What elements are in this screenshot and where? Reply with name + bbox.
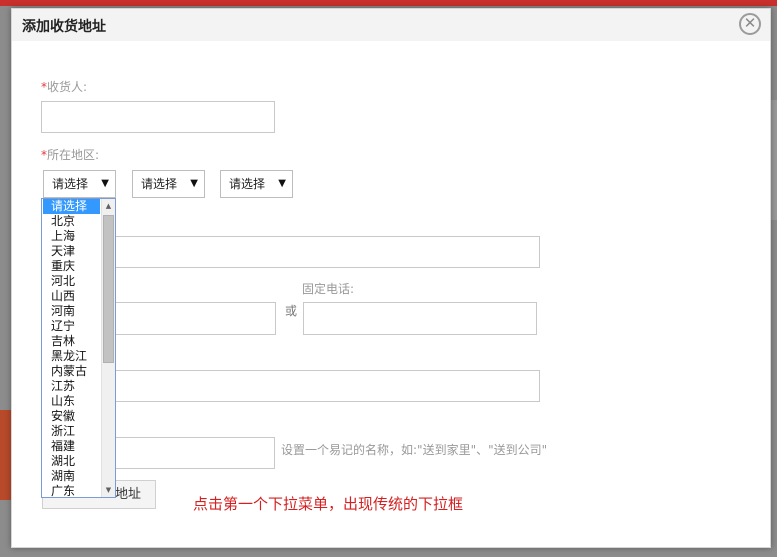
dropdown-option[interactable]: 河北 bbox=[42, 274, 100, 289]
recipient-input[interactable] bbox=[41, 101, 275, 133]
dropdown-option[interactable]: 广东 bbox=[42, 484, 100, 497]
dropdown-option[interactable]: 重庆 bbox=[42, 259, 100, 274]
recipient-label-text: 收货人: bbox=[47, 80, 88, 94]
dropdown-option[interactable]: 北京 bbox=[42, 214, 100, 229]
dropdown-option[interactable]: 江苏 bbox=[42, 379, 100, 394]
landline-input[interactable] bbox=[303, 302, 537, 335]
dropdown-option[interactable]: 天津 bbox=[42, 244, 100, 259]
annotation-note: 点击第一个下拉菜单，出现传统的下拉框 bbox=[193, 495, 464, 513]
dropdown-scrollbar[interactable]: ▲ ▼ bbox=[101, 199, 115, 497]
dialog-header: 添加收货地址 ✕ bbox=[12, 9, 770, 41]
city-select[interactable]: 请选择 ▼ bbox=[132, 170, 205, 198]
alias-hint: 设置一个易记的名称，如:"送到家里"、"送到公司" bbox=[281, 443, 548, 457]
dropdown-arrow-icon: ▼ bbox=[278, 178, 286, 189]
add-address-dialog: 添加收货地址 ✕ *收货人: *所在地区: 请选择 ▼ 请选择 ▼ 请选择 ▼ … bbox=[11, 8, 771, 548]
background-page-header bbox=[0, 0, 777, 6]
province-select[interactable]: 请选择 ▼ bbox=[43, 170, 116, 198]
province-select-value: 请选择 bbox=[52, 177, 89, 191]
dropdown-option[interactable]: 上海 bbox=[42, 229, 100, 244]
dropdown-option[interactable]: 吉林 bbox=[42, 334, 100, 349]
province-dropdown-list[interactable]: 请选择 北京 上海 天津 重庆 河北 山西 河南 辽宁 吉林 黑龙江 内蒙古 江苏 山东 安徽 浙江 福建 湖北湖… bbox=[41, 198, 116, 498]
dropdown-option[interactable]: 辽宁 bbox=[42, 319, 100, 334]
dropdown-option[interactable]: 福建 bbox=[42, 439, 100, 454]
dropdown-option[interactable]: 湖南 bbox=[42, 469, 100, 484]
dialog-title: 添加收货地址 bbox=[22, 19, 106, 35]
scroll-up-icon[interactable]: ▲ bbox=[102, 199, 115, 213]
district-select[interactable]: 请选择 ▼ bbox=[220, 170, 293, 198]
dropdown-option[interactable]: 黑龙江 bbox=[42, 349, 100, 364]
dropdown-option[interactable]: 浙江 bbox=[42, 424, 100, 439]
recipient-label: *收货人: bbox=[41, 78, 87, 95]
landline-label: 固定电话: bbox=[302, 282, 355, 296]
dropdown-option[interactable]: 山东 bbox=[42, 394, 100, 409]
close-icon[interactable]: ✕ bbox=[739, 13, 761, 35]
dropdown-arrow-icon: ▼ bbox=[101, 178, 109, 189]
region-label-text: 所在地区: bbox=[47, 148, 100, 162]
scroll-down-icon[interactable]: ▼ bbox=[102, 483, 115, 497]
or-text: 或 bbox=[285, 304, 298, 318]
dropdown-option[interactable]: 河南 bbox=[42, 304, 100, 319]
scroll-thumb[interactable] bbox=[103, 215, 114, 363]
city-select-value: 请选择 bbox=[141, 177, 178, 191]
district-select-value: 请选择 bbox=[229, 177, 266, 191]
region-label: *所在地区: bbox=[41, 146, 99, 163]
dropdown-option[interactable]: 安徽 bbox=[42, 409, 100, 424]
dropdown-arrow-icon: ▼ bbox=[190, 178, 198, 189]
dropdown-option[interactable]: 内蒙古 bbox=[42, 364, 100, 379]
dropdown-option[interactable]: 请选择 bbox=[43, 199, 100, 214]
dropdown-option[interactable]: 湖北 bbox=[42, 454, 100, 469]
dropdown-option[interactable]: 山西 bbox=[42, 289, 100, 304]
